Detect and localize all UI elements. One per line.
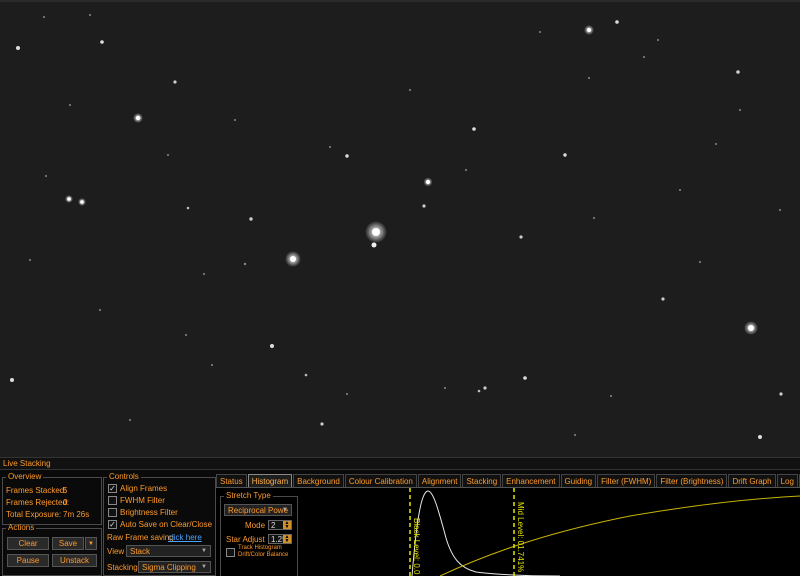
controls-legend: Controls xyxy=(109,472,139,481)
star-field xyxy=(0,0,800,457)
tab-guiding[interactable]: Guiding xyxy=(560,474,597,487)
chevron-down-icon: ▼ xyxy=(88,541,94,547)
stacking-select[interactable]: Sigma Clipping ▼ xyxy=(138,561,211,573)
fwhm-filter-checkbox[interactable] xyxy=(108,496,117,505)
star-adjust-spinner[interactable]: 1.25 ▲ ▼ xyxy=(268,534,292,544)
live-stacking-panel: Live Stacking Overview Frames Stacked: 5… xyxy=(0,457,800,576)
clear-button[interactable]: Clear xyxy=(7,537,49,550)
total-exposure-label: Total Exposure: xyxy=(6,510,62,519)
view-label: View xyxy=(107,547,125,556)
chevron-down-icon: ▼ xyxy=(201,548,207,554)
brightness-filter-label: Brightness Filter xyxy=(120,508,178,517)
auto-save-label: Auto Save on Clear/Close xyxy=(120,520,213,529)
save-button[interactable]: Save xyxy=(52,537,84,550)
brightness-filter-checkbox[interactable] xyxy=(108,508,117,517)
total-exposure-value: 7m 26s xyxy=(63,510,90,519)
align-frames-label: Align Frames xyxy=(120,484,168,493)
frames-stacked-value: 5 xyxy=(63,486,68,495)
mid-level-label: Mid Level: 01.741% xyxy=(516,502,525,572)
tab-filter-brightness[interactable]: Filter (Brightness) xyxy=(656,474,728,487)
star-adjust-label: Star Adjust xyxy=(226,535,265,544)
tab-enhancement[interactable]: Enhancement xyxy=(502,474,560,487)
tab-alignment[interactable]: Alignment xyxy=(417,474,462,487)
view-select-value: Stack xyxy=(130,547,151,556)
save-dropdown-button[interactable]: ▼ xyxy=(85,537,97,550)
histogram-plot[interactable]: Black Level: 0.0 Mid Level: 01.741% xyxy=(300,488,800,576)
spin-arrows-icon: ▲ ▼ xyxy=(283,520,291,530)
black-level-label: Black Level: 0.0 xyxy=(412,518,421,575)
fwhm-filter-label: FWHM Filter xyxy=(120,496,165,505)
pause-button[interactable]: Pause xyxy=(7,554,49,567)
tab-colour-calibration[interactable]: Colour Calibration xyxy=(344,474,417,487)
stacking-select-value: Sigma Clipping xyxy=(142,563,196,572)
actions-legend: Actions xyxy=(8,523,35,532)
checkmark-icon: ✓ xyxy=(109,520,116,529)
tab-drift-graph[interactable]: Drift Graph xyxy=(728,474,776,487)
actions-group: Actions xyxy=(2,524,102,576)
histogram-background xyxy=(300,488,800,576)
track-histogram-label: Track Histogram xyxy=(238,545,282,551)
tab-status[interactable]: Status xyxy=(216,474,247,487)
stacking-label: Stacking xyxy=(107,563,138,572)
chevron-down-icon: ▼ xyxy=(201,564,207,570)
raw-saving-label: Raw Frame saving xyxy=(107,533,174,542)
tab-stacking[interactable]: Stacking xyxy=(462,474,502,487)
frames-stacked-label: Frames Stacked: xyxy=(6,486,67,495)
panel-title: Live Stacking xyxy=(0,458,800,470)
stretch-type-select[interactable]: Reciprocal Powe ▼ xyxy=(224,504,292,516)
tab-bar: Status Histogram Background Colour Calibrat… xyxy=(216,474,800,487)
drift-color-balance-label: Drift/Color Balance xyxy=(238,552,289,558)
frames-rejected-label: Frames Rejected: xyxy=(6,498,70,507)
frames-rejected-value: 0 xyxy=(63,498,68,507)
mode-spinner[interactable]: 2 ▲ ▼ xyxy=(268,520,292,530)
view-select[interactable]: Stack ▼ xyxy=(126,545,211,557)
stretch-type-legend: Stretch Type xyxy=(226,491,271,500)
tab-histogram[interactable]: Histogram xyxy=(247,474,293,487)
tab-background[interactable]: Background xyxy=(293,474,344,487)
overview-legend: Overview xyxy=(8,472,42,481)
track-histogram-checkbox[interactable] xyxy=(226,548,235,557)
histogram-tab-content: Stretch Type Reciprocal Powe ▼ Mode 2 ▲ ▼ … xyxy=(216,487,800,576)
mode-value: 2 xyxy=(271,521,276,530)
chevron-down-icon: ▼ xyxy=(282,507,288,513)
stacked-image-view[interactable] xyxy=(0,0,800,457)
tab-filter-fwhm[interactable]: Filter (FWHM) xyxy=(597,474,656,487)
checkmark-icon: ✓ xyxy=(109,484,116,493)
stretch-type-value: Reciprocal Powe xyxy=(228,506,289,515)
mode-label: Mode xyxy=(245,521,266,530)
auto-save-checkbox[interactable]: ✓ xyxy=(108,520,117,529)
tab-log[interactable]: Log xyxy=(776,474,798,487)
raw-saving-link[interactable]: click here xyxy=(168,533,202,542)
align-frames-checkbox[interactable]: ✓ xyxy=(108,484,117,493)
spin-arrows-icon: ▲ ▼ xyxy=(283,534,291,544)
unstack-button[interactable]: Unstack xyxy=(52,554,97,567)
